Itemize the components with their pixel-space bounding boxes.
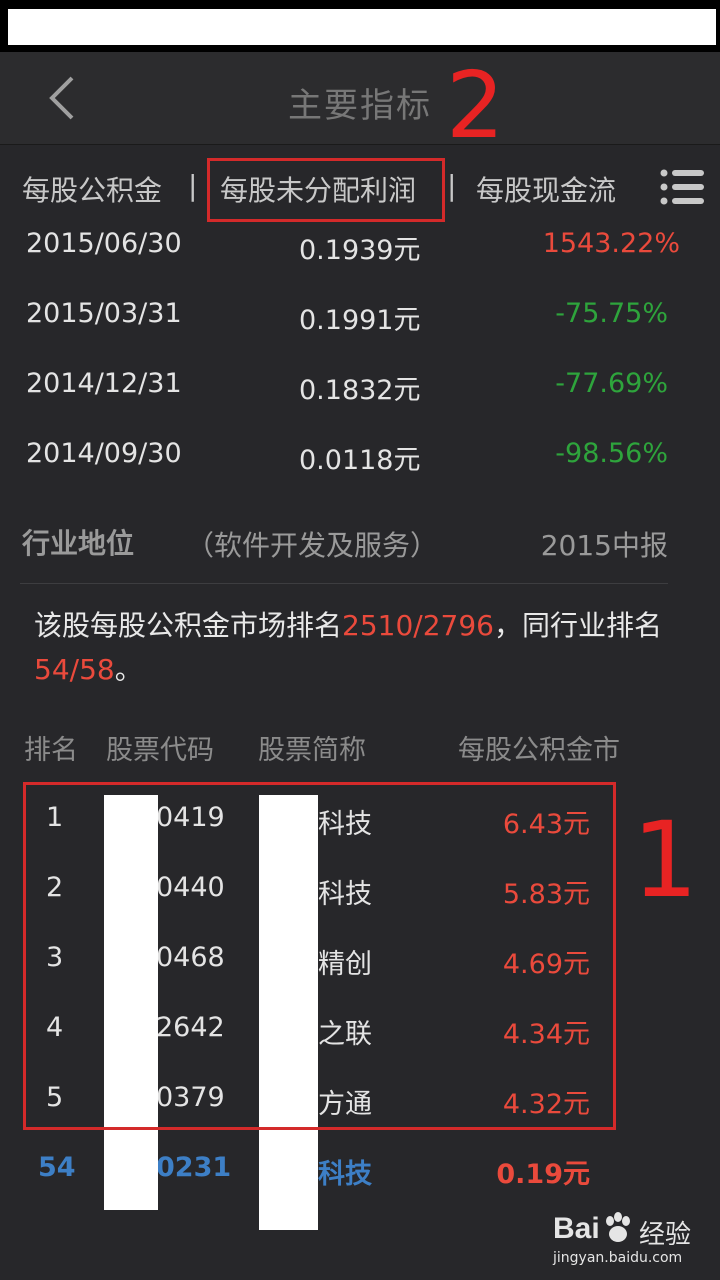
tab-separator: | [447,169,457,202]
history-value: 0.0118元 [299,445,421,476]
market-rank: 2510/2796 [342,609,494,642]
tab-separator: | [188,169,198,202]
history-change: -77.69% [555,368,668,399]
baidu-watermark: Bai 经验 jingyan.baidu.com [553,1208,713,1270]
history-date: 2015/03/31 [26,298,182,329]
history-row: 2015/06/30 0.1939元 1543.22% [0,214,720,274]
row-name: 科技 [318,1159,372,1190]
desc-text: 该股每股公积金市场排名 [34,609,343,642]
watermark-label: 经验 [639,1220,692,1250]
row-code: 0231 [156,1152,232,1183]
paw-icon [606,1212,630,1242]
navigation-bar: 主要指标 [0,52,720,145]
highlight-box-table [23,782,616,1130]
history-change: -75.75% [555,298,668,329]
table-header: 排名 股票代码 股票简称 每股公积金市 [0,728,720,768]
history-value: 0.1832元 [299,375,421,406]
annotation-number-2: 2 [446,52,505,159]
row-value: 0.19元 [496,1159,590,1190]
history-change: 1543.22% [542,228,680,259]
history-change: -98.56% [555,438,668,469]
history-date: 2015/06/30 [26,228,182,259]
industry-position-header: 行业地位 （软件开发及服务） 2015中报 [0,508,720,578]
tab-cash-flow[interactable]: 每股现金流 [476,169,616,209]
watermark-brand: Bai [553,1212,600,1245]
page-title: 主要指标 [288,86,432,126]
list-menu-icon[interactable] [660,167,706,207]
ranking-description: 该股每股公积金市场排名2510/2796，同行业排名 54/58。 [34,604,674,692]
report-period: 2015中报 [540,529,668,562]
industry-rank: 54/58 [34,653,115,686]
row-rank: 54 [38,1152,76,1183]
highlight-box-tab [207,158,445,222]
col-name: 股票简称 [258,735,366,766]
status-bar [0,0,720,52]
history-date: 2014/12/31 [26,368,182,399]
col-rank: 排名 [24,735,78,766]
col-code: 股票代码 [106,735,214,766]
section-title: 行业地位 [22,527,135,560]
desc-text: 。 [114,653,143,686]
history-row: 2015/03/31 0.1991元 -75.75% [0,284,720,344]
watermark-url: jingyan.baidu.com [553,1250,683,1266]
col-value: 每股公积金市 [458,735,620,766]
industry-sector: （软件开发及服务） [186,529,439,562]
annotation-number-1: 1 [632,799,699,921]
history-date: 2014/09/30 [26,438,182,469]
divider [20,583,668,584]
history-value: 0.1939元 [299,235,421,266]
history-value: 0.1991元 [299,305,421,336]
history-row: 2014/09/30 0.0118元 -98.56% [0,424,720,484]
desc-text: ，同行业排名 [493,609,662,642]
history-row: 2014/12/31 0.1832元 -77.69% [0,354,720,414]
tab-capital-reserve[interactable]: 每股公积金 [22,169,162,209]
redaction-bar [8,9,716,45]
